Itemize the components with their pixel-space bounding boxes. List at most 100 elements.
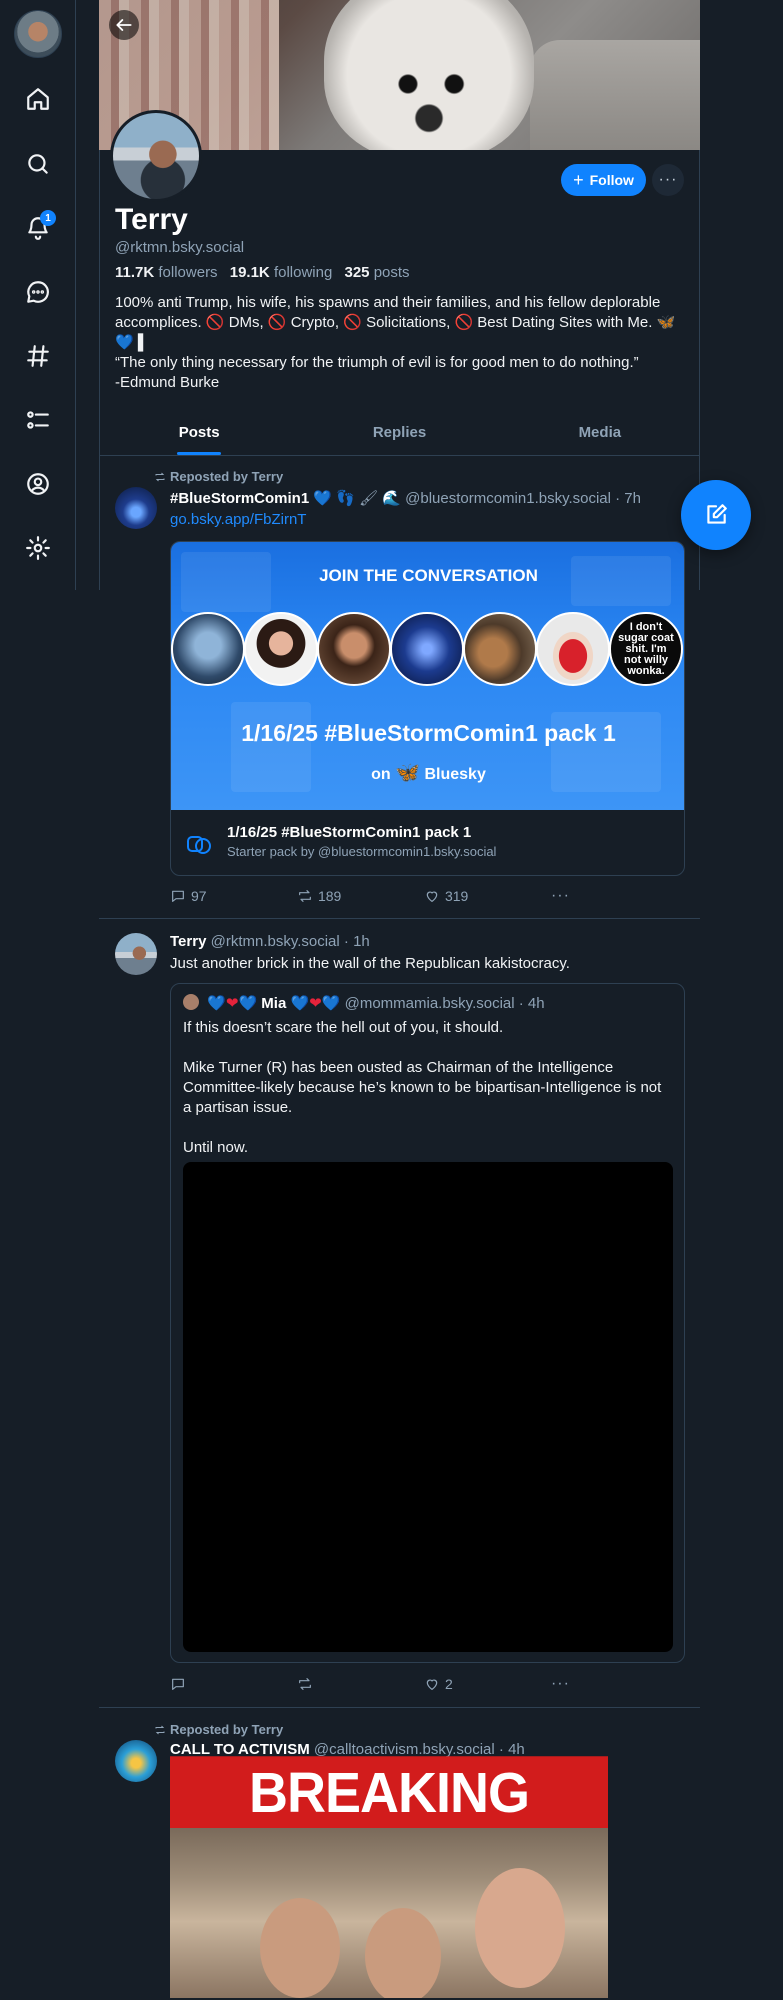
posts-count: 325 <box>344 264 370 281</box>
reply-button[interactable] <box>170 1675 297 1693</box>
like-count: 2 <box>444 1676 453 1692</box>
video-player[interactable] <box>183 1162 673 1652</box>
repost-indicator: Reposted by Terry <box>154 1722 283 1737</box>
profile-avatar[interactable] <box>110 110 202 202</box>
post-handle-time[interactable]: @bluestormcomin1.bsky.social · 7h <box>405 490 641 507</box>
left-sidebar: 1 <box>0 0 76 590</box>
quoted-author-avatar <box>183 994 199 1010</box>
card-on-bluesky: on 🦋 Bluesky <box>171 760 684 785</box>
quoted-handle-time: @mommamia.bsky.social · 4h <box>344 995 545 1012</box>
plus-icon: + <box>573 170 584 190</box>
arrow-left-icon <box>116 19 132 31</box>
quoted-post-text: If this doesn’t scare the hell out of yo… <box>183 1019 662 1156</box>
repost-label: Reposted by Terry <box>170 469 284 484</box>
lists-icon[interactable] <box>18 400 58 440</box>
like-button[interactable]: 2 <box>424 1675 551 1693</box>
search-icon[interactable] <box>18 144 58 184</box>
post-author-avatar[interactable] <box>115 1740 157 1782</box>
heart-icon <box>426 891 438 902</box>
tab-posts[interactable]: Posts <box>99 412 299 455</box>
blue-heart-emoji: 💙 <box>207 995 226 1012</box>
member-avatar <box>463 612 537 686</box>
member-avatar <box>317 612 391 686</box>
starter-pack-name: 1/16/25 #BlueStormComin1 pack 1 <box>227 824 472 841</box>
repost-indicator: Reposted by Terry <box>154 469 283 484</box>
post-author-name[interactable]: #BlueStormComin1 <box>170 490 309 507</box>
card-pack-title: 1/16/25 #BlueStormComin1 pack 1 <box>241 720 616 746</box>
bluesky-brand: Bluesky <box>424 766 486 783</box>
red-heart-emoji: ❤ <box>225 995 239 1012</box>
blue-heart-emoji: 💙 <box>290 995 310 1012</box>
post-handle-time[interactable]: @rktmn.bsky.social · 1h <box>211 933 370 950</box>
profile-bio: 100% anti Trump, his wife, his spawns an… <box>115 294 676 391</box>
post-actions: 97 189 319 ··· <box>170 887 590 905</box>
feed-post[interactable]: Terry @rktmn.bsky.social · 1h Just anoth… <box>99 919 700 1708</box>
post-more-button[interactable]: ··· <box>551 1675 590 1693</box>
feeds-hashtag-icon[interactable] <box>18 336 58 376</box>
profile-handle: @rktmn.bsky.social <box>115 239 245 256</box>
starter-pack-meta: 1/16/25 #BlueStormComin1 pack 1 Starter … <box>171 810 684 875</box>
breaking-news-banner: BREAKING NEWS <box>170 1756 608 1898</box>
chat-icon[interactable] <box>18 272 58 312</box>
repost-count: 189 <box>317 888 342 904</box>
member-avatar <box>536 612 610 686</box>
heart-icon <box>426 1679 438 1690</box>
post-author-avatar[interactable] <box>115 933 157 975</box>
repost-icon <box>299 890 311 902</box>
tab-media[interactable]: Media <box>500 412 700 455</box>
quoted-post[interactable]: 💙❤💙 Mia 💙❤💙 @mommamia.bsky.social · 4h I… <box>170 983 685 1663</box>
repost-icon <box>155 472 165 481</box>
notifications-icon[interactable]: 1 <box>18 208 58 248</box>
followers-label: followers <box>158 264 218 281</box>
blue-heart-emoji: 💙 <box>238 995 258 1012</box>
starter-pack-image: JOIN THE CONVERSATION I don't sugar coat… <box>171 542 684 810</box>
post-author-avatar[interactable] <box>115 487 157 529</box>
starter-pack-card[interactable]: JOIN THE CONVERSATION I don't sugar coat… <box>170 541 685 876</box>
following-stat[interactable]: 19.1K following <box>230 264 333 281</box>
reply-button[interactable]: 97 <box>170 887 297 905</box>
followers-count: 11.7K <box>115 264 155 281</box>
butterfly-icon: 🦋 <box>395 762 421 784</box>
feed-post[interactable]: Reposted by Terry #BlueStormComin1 💙 👣 🖌… <box>99 457 700 919</box>
quoted-author-name: Mia <box>261 995 287 1012</box>
post-link[interactable]: go.bsky.app/FbZirnT <box>170 510 690 530</box>
quoted-post-header: 💙❤💙 Mia 💙❤💙 @mommamia.bsky.social · 4h <box>183 994 673 1012</box>
notifications-badge: 1 <box>40 210 56 226</box>
profile-stats: 11.7K followers 19.1K following 325 post… <box>115 264 410 281</box>
feed-post[interactable]: Reposted by Terry CALL TO ACTIVISM @call… <box>99 1708 700 2000</box>
following-label: following <box>273 264 333 281</box>
like-button[interactable]: 319 <box>424 887 551 905</box>
posts-label: posts <box>373 264 410 281</box>
profile-icon[interactable] <box>18 464 58 504</box>
member-avatars: I don't sugar coat shit. I'm not willy w… <box>171 612 684 688</box>
settings-gear-icon[interactable] <box>18 528 58 568</box>
post-more-button[interactable]: ··· <box>551 887 590 905</box>
repost-button[interactable]: 189 <box>297 887 424 905</box>
photo-person <box>365 1908 441 1998</box>
compose-post-button[interactable] <box>681 480 751 550</box>
back-button[interactable] <box>109 10 139 40</box>
post-author-name[interactable]: Terry <box>170 933 206 950</box>
tab-replies[interactable]: Replies <box>299 412 499 455</box>
member-avatar <box>244 612 318 686</box>
follow-label: Follow <box>589 172 634 188</box>
repost-button[interactable] <box>297 1675 424 1693</box>
member-avatar <box>390 612 464 686</box>
starter-pack-icon <box>185 830 213 858</box>
on-prefix: on <box>371 766 391 783</box>
followers-stat[interactable]: 11.7K followers <box>115 264 218 281</box>
home-icon[interactable] <box>18 79 58 119</box>
banner-couch <box>530 40 700 150</box>
photo-person <box>260 1898 340 1998</box>
photo-person <box>475 1868 565 1988</box>
profile-more-button[interactable]: ··· <box>652 164 684 196</box>
author-emoji: 💙 👣 🖌 🌊 <box>313 490 401 507</box>
compose-icon <box>707 504 727 524</box>
reply-count: 97 <box>191 888 207 904</box>
following-count: 19.1K <box>229 264 270 281</box>
post-image[interactable] <box>170 1828 608 1998</box>
my-avatar[interactable] <box>14 10 62 58</box>
follow-button[interactable]: + Follow <box>561 164 646 196</box>
repost-label: Reposted by Terry <box>170 1722 284 1737</box>
reply-icon <box>172 890 184 902</box>
